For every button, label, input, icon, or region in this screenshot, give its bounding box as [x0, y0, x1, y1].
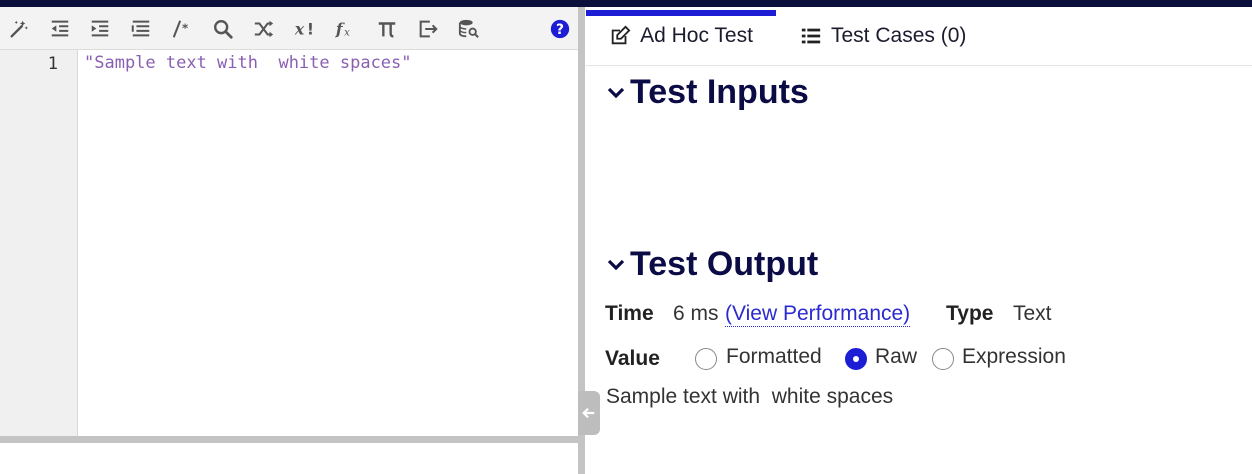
svg-text:x: x — [344, 27, 350, 38]
type-value: Text — [1013, 302, 1052, 325]
output-result-text: Sample text with white spaces — [606, 385, 894, 408]
expression-radio-label[interactable]: Expression — [962, 345, 1066, 369]
time-value: 6 ms — [673, 302, 719, 325]
comment-icon[interactable]: * — [167, 14, 197, 44]
tab-test-cases[interactable]: Test Cases (0) — [800, 7, 966, 65]
test-inputs-header[interactable]: Test Inputs — [606, 73, 809, 112]
collapse-panel-button[interactable] — [578, 391, 600, 435]
variable-icon[interactable]: x! — [290, 14, 320, 44]
pi-icon[interactable] — [372, 14, 402, 44]
formatted-radio-label[interactable]: Formatted — [726, 345, 822, 369]
time-label: Time — [605, 302, 654, 325]
test-tabs: Ad Hoc Test Test Cases (0) — [586, 7, 1252, 66]
editor-toolbar: * x! fx ? — [0, 7, 578, 50]
code-editor[interactable]: "Sample text with white spaces" — [78, 50, 578, 436]
test-output-header[interactable]: Test Output — [606, 245, 818, 284]
function-icon[interactable]: fx — [331, 14, 361, 44]
search-icon[interactable] — [208, 14, 238, 44]
svg-text:?: ? — [556, 22, 564, 38]
code-line[interactable]: "Sample text with white spaces" — [84, 53, 412, 73]
formatted-radio[interactable] — [695, 348, 717, 370]
magic-wand-icon[interactable] — [4, 14, 34, 44]
arrow-left-icon — [582, 407, 595, 419]
raw-radio[interactable] — [845, 348, 867, 370]
svg-text:*: * — [182, 21, 188, 35]
tab-ad-hoc-test[interactable]: Ad Hoc Test — [586, 7, 776, 65]
section-title: Test Inputs — [630, 73, 809, 111]
edit-icon — [611, 25, 631, 45]
expression-radio[interactable] — [932, 348, 954, 370]
value-label: Value — [605, 347, 660, 370]
indent-icon[interactable] — [85, 14, 115, 44]
type-label: Type — [946, 302, 994, 325]
line-number-gutter: 1 — [0, 50, 78, 436]
list-icon[interactable] — [126, 14, 156, 44]
list-icon — [801, 28, 821, 44]
svg-text:!: ! — [307, 21, 314, 39]
top-strip — [0, 0, 1252, 7]
horizontal-splitter[interactable] — [0, 436, 578, 443]
tab-label: Ad Hoc Test — [640, 24, 753, 47]
svg-text:x: x — [294, 20, 305, 39]
section-title: Test Output — [630, 245, 819, 283]
shuffle-icon[interactable] — [249, 14, 279, 44]
chevron-down-icon — [607, 87, 625, 98]
outdent-icon[interactable] — [45, 14, 75, 44]
database-search-icon[interactable] — [454, 14, 484, 44]
chevron-down-icon — [607, 259, 625, 270]
view-performance-link[interactable]: (View Performance) — [725, 302, 911, 327]
raw-radio-label[interactable]: Raw — [875, 345, 917, 369]
help-icon[interactable]: ? — [545, 14, 575, 44]
bottom-pane — [0, 443, 578, 474]
line-number: 1 — [47, 54, 58, 74]
export-icon[interactable] — [413, 14, 443, 44]
tab-label: Test Cases (0) — [831, 24, 967, 47]
